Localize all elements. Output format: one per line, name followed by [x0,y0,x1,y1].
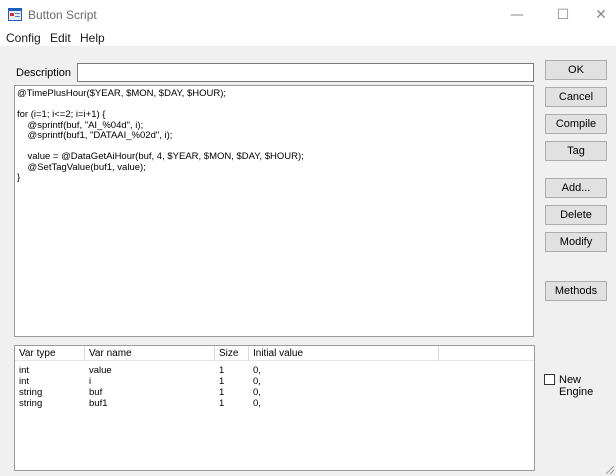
cell-size: 1 [219,365,225,376]
minimize-icon: — [510,7,524,23]
column-header-var-name[interactable]: Var name [85,346,215,361]
cell-initial-value: 0, [253,398,261,409]
menu-bar: Config Edit Help [0,30,616,46]
cell-var-type: int [19,376,30,387]
description-label: Description [16,67,72,79]
button-script-window: Button Script — ☐ ✕ Config Edit Help Des… [0,0,616,476]
cancel-button[interactable]: Cancel [545,87,607,107]
cell-initial-value: 0, [253,365,261,376]
menu-help[interactable]: Help [80,31,105,45]
cell-var-type: string [19,387,43,398]
cell-initial-value: 0, [253,387,261,398]
script-editor[interactable]: @TimePlusHour($YEAR, $MON, $DAY, $HOUR);… [14,85,534,337]
menu-config[interactable]: Config [6,31,41,45]
table-row[interactable]: int i 1 0, [15,376,534,387]
table-row[interactable]: string buf 1 0, [15,387,534,398]
close-button[interactable]: ✕ [586,0,616,30]
cell-initial-value: 0, [253,376,261,387]
description-input[interactable] [77,63,534,82]
title-bar: Button Script — ☐ ✕ [0,0,616,30]
cell-var-name: buf1 [89,398,108,409]
tag-button[interactable]: Tag [545,141,607,161]
delete-button[interactable]: Delete [545,205,607,225]
cell-var-type: int [19,365,30,376]
variable-list[interactable]: Var type Var name Size Initial value int… [14,345,535,471]
table-row[interactable]: int value 1 0, [15,365,534,376]
resize-grip-icon[interactable] [603,463,615,475]
column-header-initial-value[interactable]: Initial value [249,346,439,361]
new-engine-label[interactable]: New Engine [559,374,616,398]
app-icon [8,8,22,21]
compile-button[interactable]: Compile [545,114,607,134]
minimize-button[interactable]: — [494,0,540,30]
ok-button[interactable]: OK [545,60,607,80]
cell-size: 1 [219,376,225,387]
table-row[interactable]: string buf1 1 0, [15,398,534,409]
modify-button[interactable]: Modify [545,232,607,252]
column-header-size[interactable]: Size [215,346,249,361]
cell-var-name: value [89,365,112,376]
maximize-icon: ☐ [556,7,570,23]
cell-size: 1 [219,398,225,409]
variable-list-header: Var type Var name Size Initial value [15,346,534,361]
window-title: Button Script [28,8,97,22]
cell-var-type: string [19,398,43,409]
column-header-var-type[interactable]: Var type [15,346,85,361]
menu-edit[interactable]: Edit [50,31,71,45]
add-button[interactable]: Add... [545,178,607,198]
cell-var-name: buf [89,387,103,398]
cell-size: 1 [219,387,225,398]
close-icon: ✕ [595,7,607,23]
new-engine-checkbox[interactable] [544,374,555,385]
maximize-button[interactable]: ☐ [540,0,586,30]
methods-button[interactable]: Methods [545,281,607,301]
cell-var-name: i [89,376,92,387]
